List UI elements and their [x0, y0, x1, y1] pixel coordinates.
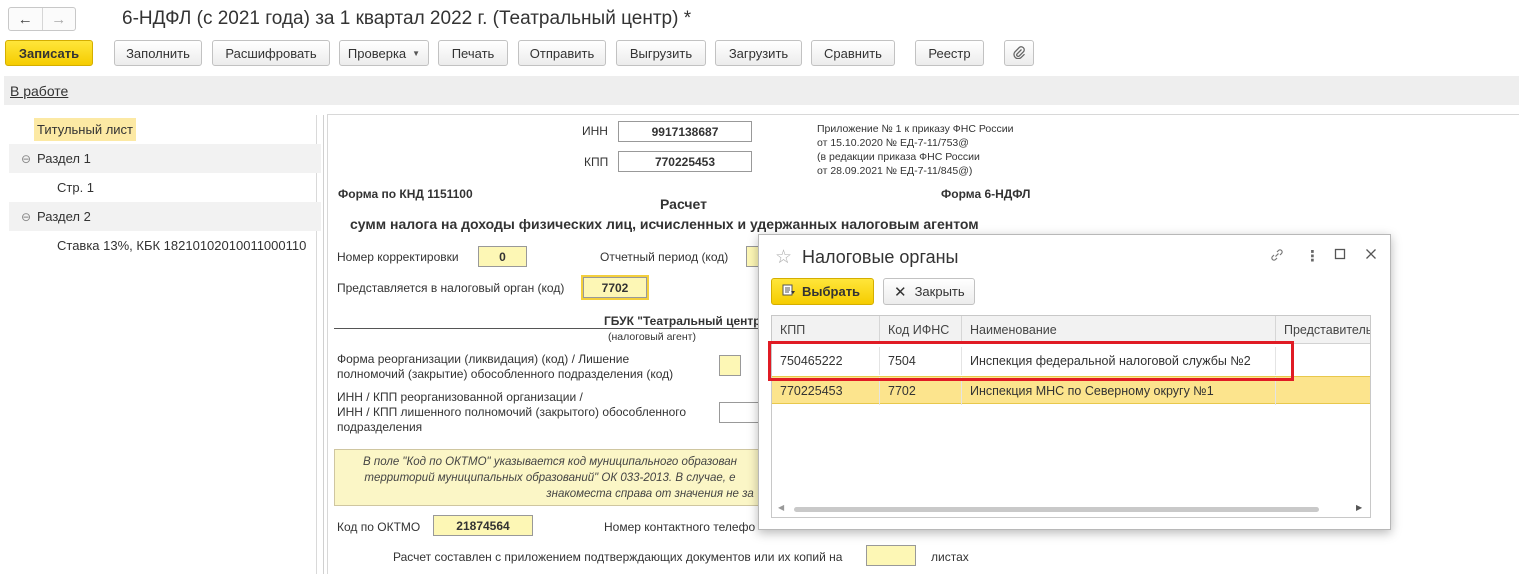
- tax-office-field[interactable]: 7702: [581, 275, 649, 300]
- attached-docs-label: Расчет составлен с приложением подтвержд…: [393, 550, 843, 564]
- history-nav: ← →: [8, 7, 76, 31]
- reorg-label-line-1: Форма реорганизации (ликвидация) (код) /…: [337, 352, 630, 366]
- close-button-label: Закрыть: [914, 284, 965, 299]
- tax-offices-dialog: ☆ Налоговые органы ⋮ Выбрать ✕ Закрыть К…: [758, 234, 1391, 530]
- column-ifns-code[interactable]: Код ИФНС: [880, 316, 962, 344]
- close-x-icon: ✕: [894, 283, 907, 301]
- collapse-icon[interactable]: ⊖: [21, 152, 31, 166]
- collapse-icon[interactable]: ⊖: [21, 210, 31, 224]
- sheets-label: листах: [931, 550, 969, 564]
- check-button-label: Проверка: [347, 45, 407, 61]
- reorg-inn-label-1: ИНН / КПП реорганизованной организации /: [337, 390, 583, 404]
- forward-button[interactable]: →: [41, 8, 76, 30]
- chevron-down-icon: ▼: [412, 48, 421, 58]
- import-button[interactable]: Загрузить: [715, 40, 802, 66]
- reorg-label-line-2: полномочий (закрытие) обособленного подр…: [337, 367, 674, 381]
- agent-underline: [334, 328, 760, 329]
- highlight-frame: [768, 341, 1294, 381]
- reorg-inn-label-2: ИНН / КПП лишенного полномочий (закрытог…: [337, 405, 687, 419]
- appendix-line-1: Приложение № 1 к приказу ФНС России: [817, 123, 1014, 135]
- link-icon[interactable]: [1269, 247, 1285, 267]
- period-label: Отчетный период (код): [600, 250, 729, 264]
- agent-caption: (налоговый агент): [608, 331, 696, 343]
- agent-name: ГБУК "Театральный центр: [604, 314, 761, 328]
- oktmo-note: В поле "Код по ОКТМО" указывается код му…: [334, 449, 766, 506]
- tree-item-section-1[interactable]: ⊖ Раздел 1: [9, 144, 321, 173]
- knd-form-code: Форма по КНД 1151100: [338, 187, 473, 201]
- cell-name: Инспекция МНС по Северному округу №1: [962, 377, 1276, 405]
- decode-button[interactable]: Расшифровать: [212, 40, 330, 66]
- note-line-1: В поле "Код по ОКТМО" указывается код му…: [363, 456, 737, 468]
- scroll-left-icon[interactable]: ◀: [778, 503, 784, 512]
- horizontal-scrollbar[interactable]: ◀ ▶: [772, 501, 1370, 517]
- table-header: КПП Код ИФНС Наименование Представитель: [772, 316, 1370, 344]
- oktmo-field[interactable]: 21874564: [433, 515, 533, 536]
- check-button[interactable]: Проверка ▼: [339, 40, 429, 66]
- correction-field[interactable]: 0: [478, 246, 527, 267]
- appendix-line-3: (в редакции приказа ФНС России: [817, 151, 980, 163]
- cell-representative: [1276, 377, 1370, 405]
- tree-item-label: Раздел 1: [37, 151, 91, 166]
- attach-button[interactable]: [1004, 40, 1034, 66]
- tree-item-rate-13[interactable]: Ставка 13%, КБК 18210102010011000110: [9, 231, 321, 260]
- save-button[interactable]: Записать: [5, 40, 93, 66]
- kpp-field[interactable]: 770225453: [618, 151, 752, 172]
- select-icon: [782, 283, 796, 300]
- kpp-label: КПП: [584, 155, 609, 169]
- inn-field[interactable]: 9917138687: [618, 121, 752, 142]
- appendix-line-4: от 28.09.2021 № ЕД-7-11/845@): [817, 165, 973, 177]
- status-bar: [4, 76, 1519, 105]
- scrollbar-thumb[interactable]: [794, 507, 1319, 512]
- compare-button[interactable]: Сравнить: [811, 40, 895, 66]
- tree-item-label: Титульный лист: [34, 118, 137, 141]
- form-name: Форма 6-НДФЛ: [941, 187, 1031, 201]
- tree-item-title-page[interactable]: Титульный лист: [9, 115, 321, 144]
- print-button[interactable]: Печать: [438, 40, 508, 66]
- form-subheading: сумм налога на доходы физических лиц, ис…: [350, 216, 979, 232]
- registry-button[interactable]: Реестр: [915, 40, 984, 66]
- note-line-2: территорий муниципальных образований" ОК…: [364, 472, 736, 484]
- tree-item-label: Ставка 13%, КБК 18210102010011000110: [57, 238, 307, 253]
- scroll-right-icon[interactable]: ▶: [1356, 503, 1362, 512]
- column-representative[interactable]: Представитель: [1276, 316, 1370, 344]
- export-button[interactable]: Выгрузить: [616, 40, 706, 66]
- tree-item-label: Раздел 2: [37, 209, 91, 224]
- section-tree: Титульный лист ⊖ Раздел 1 Стр. 1 ⊖ Разде…: [5, 115, 321, 574]
- cell-kpp: 770225453: [772, 377, 880, 405]
- correction-label: Номер корректировки: [337, 250, 459, 264]
- tree-item-page-1[interactable]: Стр. 1: [9, 173, 321, 202]
- column-kpp[interactable]: КПП: [772, 316, 880, 344]
- reorg-inn-field[interactable]: [719, 402, 761, 423]
- dialog-title: Налоговые органы: [802, 247, 959, 267]
- sheets-field[interactable]: [866, 545, 916, 566]
- maximize-icon[interactable]: [1334, 247, 1346, 264]
- tree-item-section-2[interactable]: ⊖ Раздел 2: [9, 202, 321, 231]
- send-button[interactable]: Отправить: [518, 40, 606, 66]
- close-icon[interactable]: [1365, 247, 1377, 264]
- tree-item-label: Стр. 1: [57, 180, 95, 195]
- tax-office-label: Представляется в налоговый орган (код): [337, 281, 565, 295]
- paperclip-icon: [1012, 45, 1026, 62]
- splitter[interactable]: [323, 115, 324, 574]
- phone-label: Номер контактного телефо: [604, 520, 756, 534]
- back-button[interactable]: ←: [9, 8, 42, 30]
- note-line-3: знакоместа справа от значения не за: [546, 488, 754, 500]
- select-button-label: Выбрать: [802, 284, 861, 299]
- inn-label: ИНН: [582, 124, 608, 138]
- reorg-inn-label-3: подразделения: [337, 420, 423, 434]
- oktmo-label: Код по ОКТМО: [337, 520, 421, 534]
- select-button[interactable]: Выбрать: [771, 278, 874, 305]
- column-name[interactable]: Наименование: [962, 316, 1276, 344]
- close-button[interactable]: ✕ Закрыть: [883, 278, 975, 305]
- form-heading: Расчет: [660, 196, 707, 212]
- cell-ifns-code: 7702: [880, 377, 962, 405]
- star-icon[interactable]: ☆: [775, 246, 792, 269]
- reorg-form-field[interactable]: [719, 355, 741, 376]
- window-title: 6-НДФЛ (с 2021 года) за 1 квартал 2022 г…: [122, 8, 692, 29]
- more-icon[interactable]: ⋮: [1305, 247, 1320, 265]
- fill-button[interactable]: Заполнить: [114, 40, 202, 66]
- status-link[interactable]: В работе: [10, 83, 68, 99]
- appendix-line-2: от 15.10.2020 № ЕД-7-11/753@: [817, 137, 969, 149]
